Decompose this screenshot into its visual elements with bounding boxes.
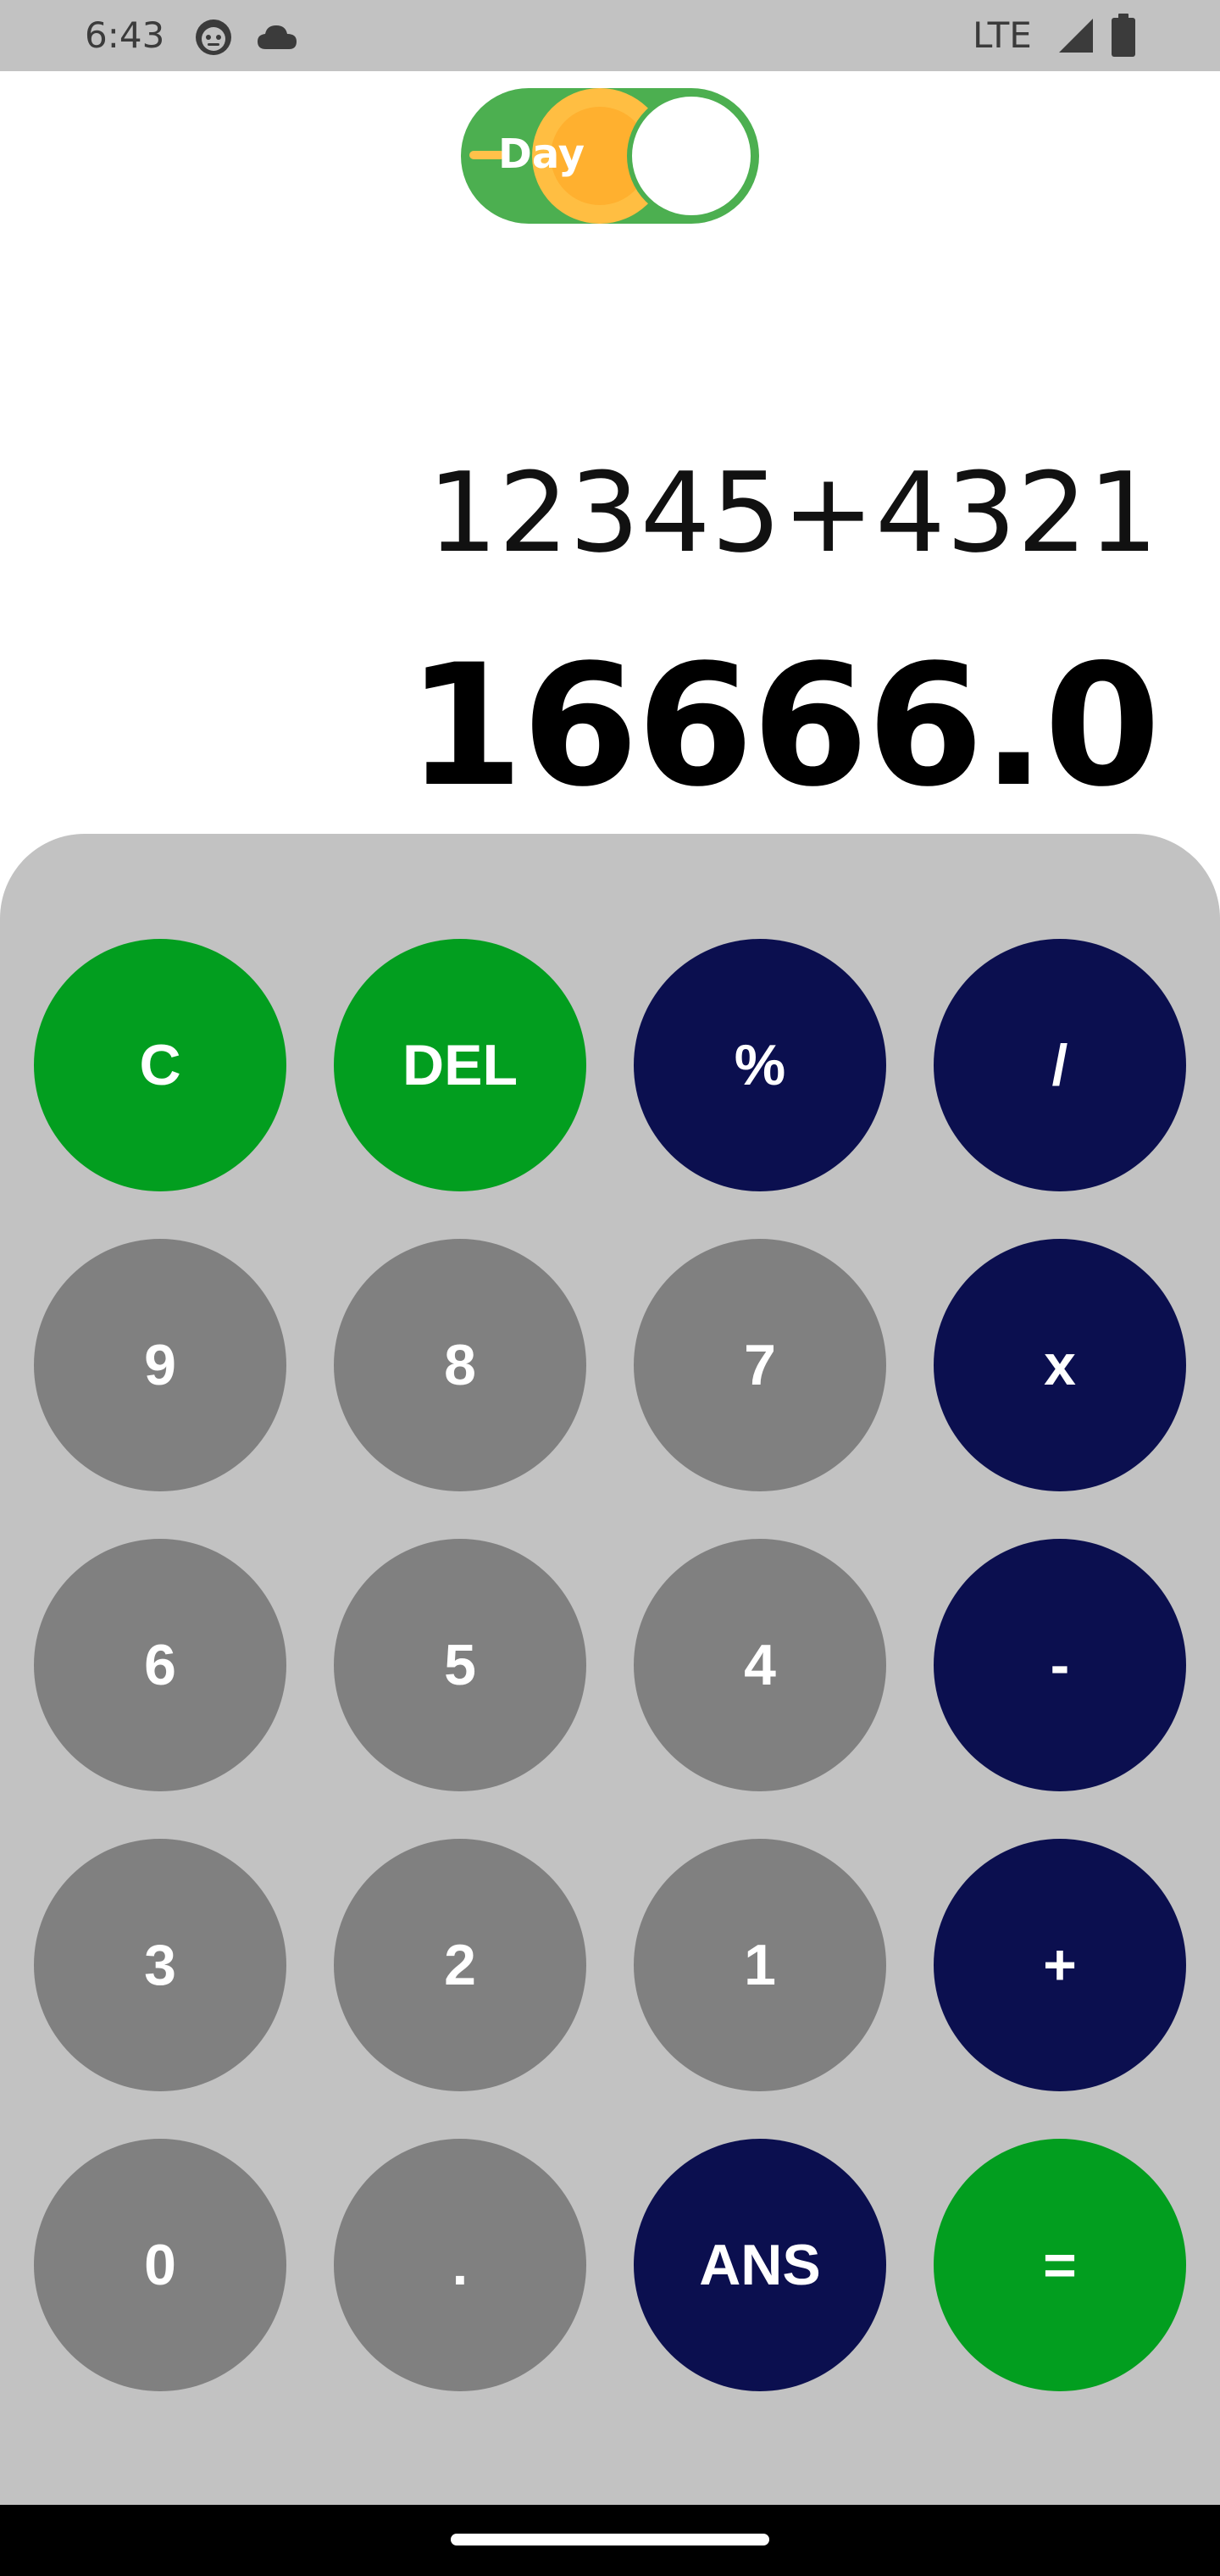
- key-label: C: [139, 1033, 181, 1097]
- keypad: C DEL% / 9 8 7 x 6 5 4 - 3 2 1 +0. ANS =: [0, 834, 1220, 2505]
- digit-4-button[interactable]: 4: [634, 1539, 886, 1791]
- home-gesture-bar[interactable]: [451, 2534, 769, 2545]
- key-label: /: [1051, 1033, 1068, 1097]
- add-button[interactable]: +: [934, 1839, 1186, 2091]
- clear-button[interactable]: C: [34, 939, 286, 1191]
- key-label: x: [1044, 1333, 1076, 1397]
- network-type: LTE: [973, 14, 1032, 56]
- digit-1-button[interactable]: 1: [634, 1839, 886, 2091]
- key-label: +: [1043, 1933, 1077, 1997]
- digit-9-button[interactable]: 9: [34, 1239, 286, 1491]
- navigation-bar: [0, 2505, 1220, 2576]
- delete-button[interactable]: DEL: [334, 939, 586, 1191]
- key-label: 7: [744, 1333, 776, 1397]
- toggle-label: Day: [498, 130, 585, 178]
- digit-5-button[interactable]: 5: [334, 1539, 586, 1791]
- digit-3-button[interactable]: 3: [34, 1839, 286, 2091]
- cloud-icon: [254, 17, 302, 58]
- key-label: 4: [744, 1633, 776, 1697]
- key-label: -: [1050, 1633, 1070, 1697]
- key-label: 0: [144, 2233, 176, 2297]
- digit-7-button[interactable]: 7: [634, 1239, 886, 1491]
- status-time: 6:43: [85, 14, 165, 56]
- key-label: 5: [444, 1633, 476, 1697]
- key-label: %: [734, 1033, 786, 1097]
- key-label: 8: [444, 1333, 476, 1397]
- expression-display: 12345+4321: [427, 448, 1159, 577]
- key-label: 3: [144, 1933, 176, 1997]
- key-label: 2: [444, 1933, 476, 1997]
- divide-button[interactable]: /: [934, 939, 1186, 1191]
- key-label: 6: [144, 1633, 176, 1697]
- robot-face-icon: [193, 17, 234, 58]
- toggle-knob[interactable]: [627, 92, 756, 220]
- digit-2-button[interactable]: 2: [334, 1839, 586, 2091]
- decimal-button[interactable]: .: [334, 2139, 586, 2391]
- status-bar: 6:43 LTE: [0, 0, 1220, 71]
- battery-icon: [1110, 14, 1137, 58]
- percent-button[interactable]: %: [634, 939, 886, 1191]
- equals-button[interactable]: =: [934, 2139, 1186, 2391]
- key-label: 1: [744, 1933, 776, 1997]
- signal-icon: [1056, 15, 1096, 56]
- digit-6-button[interactable]: 6: [34, 1539, 286, 1791]
- subtract-button[interactable]: -: [934, 1539, 1186, 1791]
- answer-button[interactable]: ANS: [634, 2139, 886, 2391]
- key-label: =: [1043, 2233, 1077, 2297]
- day-night-toggle[interactable]: Day: [461, 88, 759, 224]
- key-label: 9: [144, 1333, 176, 1397]
- key-label: .: [452, 2233, 469, 2297]
- key-label: ANS: [699, 2233, 821, 2297]
- multiply-button[interactable]: x: [934, 1239, 1186, 1491]
- digit-0-button[interactable]: 0: [34, 2139, 286, 2391]
- digit-8-button[interactable]: 8: [334, 1239, 586, 1491]
- key-label: DEL: [402, 1033, 518, 1097]
- result-display: 16666.0: [407, 628, 1161, 824]
